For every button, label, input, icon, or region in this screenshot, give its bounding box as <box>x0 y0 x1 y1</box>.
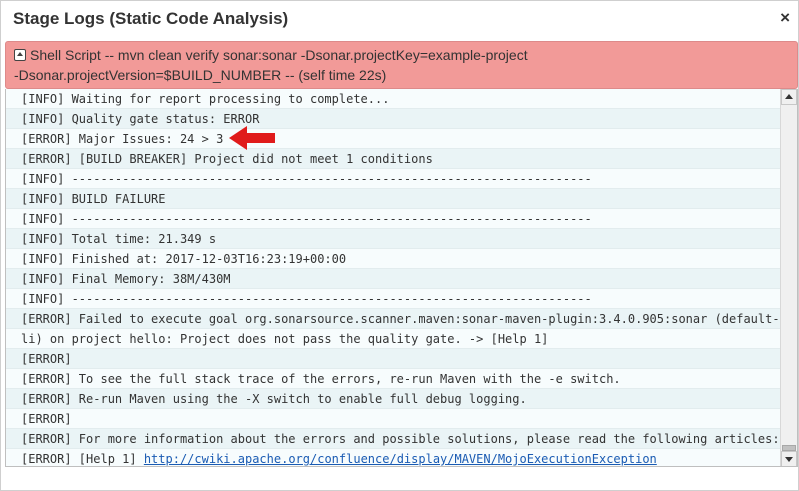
step-command-line-1: Shell Script -- mvn clean verify sonar:s… <box>30 47 528 63</box>
log-line: [ERROR] <box>6 409 782 429</box>
collapse-icon[interactable] <box>14 49 26 61</box>
log-line-prefix: [ERROR] [Help 1] <box>21 452 144 466</box>
log-line: [ERROR] Failed to execute goal org.sonar… <box>6 309 782 329</box>
step-command-line-2: -Dsonar.projectVersion=$BUILD_NUMBER -- … <box>14 67 387 83</box>
dialog-title: Stage Logs (Static Code Analysis) <box>13 9 289 28</box>
log-line: [INFO] Total time: 21.349 s <box>6 229 782 249</box>
log-lines: [INFO] Waiting for report processing to … <box>6 89 782 466</box>
log-output[interactable]: [INFO] Waiting for report processing to … <box>5 89 798 467</box>
log-line: [ERROR] <box>6 349 782 369</box>
log-line: [INFO] Quality gate status: ERROR <box>6 109 782 129</box>
log-line: [ERROR] To see the full stack trace of t… <box>6 369 782 389</box>
log-line: [INFO] ---------------------------------… <box>6 209 782 229</box>
log-line: [INFO] Waiting for report processing to … <box>6 89 782 109</box>
log-line: [INFO] ---------------------------------… <box>6 169 782 189</box>
log-line: [INFO] BUILD FAILURE <box>6 189 782 209</box>
step-header-line-1: Shell Script -- mvn clean verify sonar:s… <box>14 45 789 65</box>
log-line: [INFO] Final Memory: 38M/430M <box>6 269 782 289</box>
log-line: [ERROR] [BUILD BREAKER] Project did not … <box>6 149 782 169</box>
log-line: [ERROR] Major Issues: 24 > 3 <box>6 129 782 149</box>
log-line: [INFO] ---------------------------------… <box>6 289 782 309</box>
stage-logs-dialog: Stage Logs (Static Code Analysis) × Shel… <box>0 0 799 491</box>
step-header[interactable]: Shell Script -- mvn clean verify sonar:s… <box>5 41 798 89</box>
red-arrow-icon <box>229 126 275 150</box>
log-line: [ERROR] [Help 1] http://cwiki.apache.org… <box>6 449 782 466</box>
log-line: [INFO] Finished at: 2017-12-03T16:23:19+… <box>6 249 782 269</box>
help-link[interactable]: http://cwiki.apache.org/confluence/displ… <box>144 452 657 466</box>
vertical-scrollbar[interactable] <box>780 89 797 466</box>
log-line: [ERROR] For more information about the e… <box>6 429 782 449</box>
log-line: li) on project hello: Project does not p… <box>6 329 782 349</box>
dialog-titlebar: Stage Logs (Static Code Analysis) × <box>1 1 798 37</box>
close-icon[interactable]: × <box>780 9 790 26</box>
scroll-up-icon[interactable] <box>781 89 797 105</box>
log-line: [ERROR] Re-run Maven using the -X switch… <box>6 389 782 409</box>
scroll-down-icon[interactable] <box>781 451 797 466</box>
